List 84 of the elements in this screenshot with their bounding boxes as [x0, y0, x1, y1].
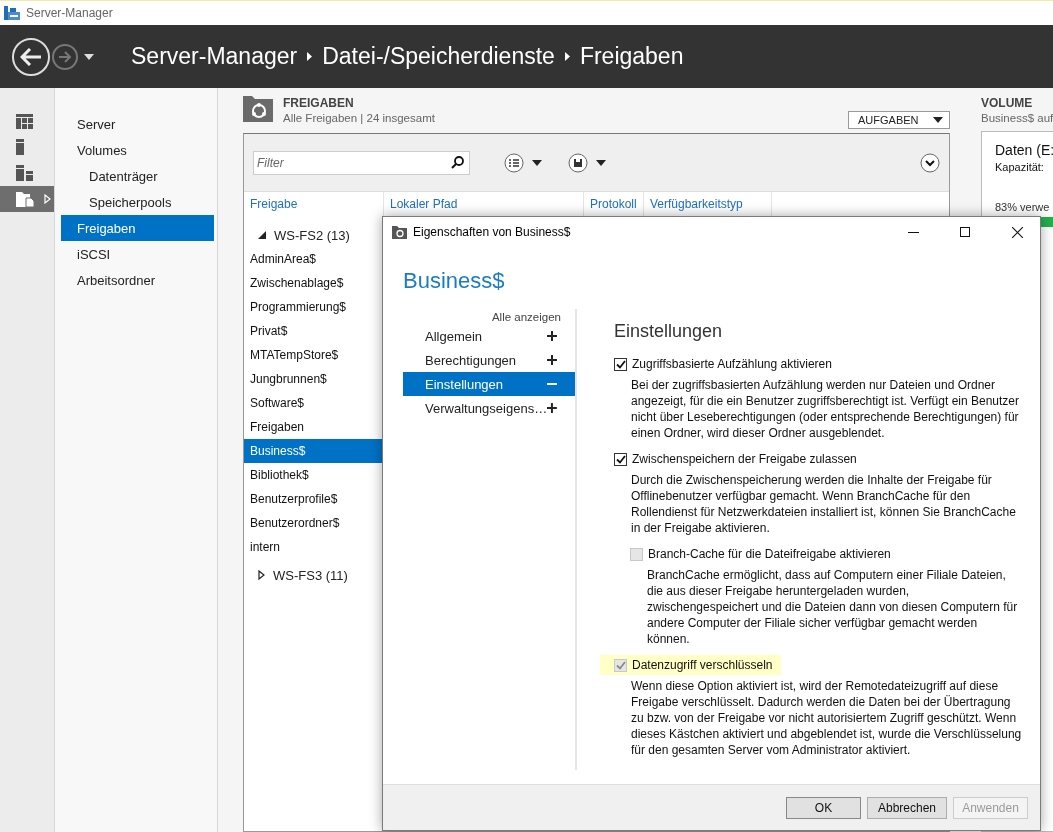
view-options-button[interactable]	[504, 152, 542, 173]
share-row[interactable]: AdminArea$	[244, 247, 383, 271]
app-icon	[4, 6, 20, 20]
volume-name: Daten (E:	[995, 142, 1053, 158]
breadcrumb-item[interactable]: Server-Manager	[131, 43, 298, 70]
dialog-button[interactable]: OK	[786, 796, 861, 819]
window-title: Server-Manager	[26, 6, 113, 20]
tasks-button[interactable]: AUFGABEN	[848, 111, 950, 129]
caret-icon	[933, 117, 943, 123]
share-row[interactable]: Jungbrunnen$	[244, 367, 383, 391]
grid-icon	[16, 113, 33, 129]
section-subtitle: Business$ auf	[981, 112, 1053, 124]
nav-item[interactable]: Arbeitsordner	[61, 267, 214, 293]
share-row[interactable]: Privat$	[244, 319, 383, 343]
section-subtitle: Alle Freigaben | 24 insgesamt	[283, 112, 436, 124]
expand-arrow-icon	[44, 194, 51, 204]
collapsed-arrow-icon	[258, 570, 265, 580]
section-tab[interactable]: Allgemein	[403, 324, 575, 348]
expand-icon[interactable]	[920, 152, 940, 173]
option-description: Bei der zugriffsbasierten Aufzählung werden nur Dateien und Ordner angezeigt, für die ein Benutzer zugriffsberechtigt ist. Verfügt ein Benutzer nicht über Leseberechtigungen (oder entsprechende Berechtigungen) für einen Ordner, wird dieser Ordner ausgeblendet.	[630, 377, 1020, 441]
section-tab[interactable]: Verwaltungseigens…	[403, 396, 575, 420]
minimize-icon	[907, 231, 919, 233]
share-row[interactable]: Freigaben	[244, 415, 383, 439]
share-row[interactable]: Benutzerordner$	[244, 511, 383, 535]
option-description: BranchCache ermöglicht, dass auf Computern einer Filiale Dateien, die aus dieser Freigabe heruntergeladen wurden, zwischengespeichert und die Dateien dann von diesen Computern für andere Computer der Filiale sicher verfügbar gemacht werden können.	[646, 567, 1019, 647]
breadcrumb-item[interactable]: Freigaben	[579, 43, 684, 70]
server-icon	[16, 139, 24, 155]
dialog-title: Eigenschaften von Business$	[413, 225, 572, 239]
back-button[interactable]	[12, 37, 50, 76]
nav-item[interactable]: Volumes	[61, 137, 214, 163]
caret-icon	[596, 159, 606, 166]
expanded-arrow-icon	[258, 231, 266, 239]
search-icon	[451, 155, 464, 169]
share-row[interactable]: MTATempStore$	[244, 343, 383, 367]
plus-icon	[547, 331, 557, 341]
rail-item[interactable]	[0, 186, 54, 212]
nav-item[interactable]: Server	[61, 111, 214, 137]
share-row[interactable]: Software$	[244, 391, 383, 415]
back-arrow-icon	[20, 47, 42, 66]
caret-icon	[532, 159, 542, 166]
dialog-heading: Business$	[403, 267, 506, 295]
option-description: Durch die Zwischenspeicherung werden die Inhalte der Freigabe für Offlinebenutzer verfügbar gemacht. Wenn BranchCache für den Rollendienst für Netzwerkdateien installiert ist, können Sie BranchCache in der Freigabe aktivieren.	[630, 472, 1017, 536]
close-icon	[1011, 226, 1023, 238]
servers-icon	[16, 165, 33, 181]
plus-icon	[547, 355, 557, 365]
share-folder-icon	[392, 225, 407, 239]
nav-item[interactable]: iSCSI	[61, 241, 214, 267]
usage-text: 83% verwe	[995, 201, 1051, 213]
option-description: Wenn diese Option aktiviert ist, wird der Remotedateizugriff auf diese Freigabe verschlüsselt. Dadurch werden die Daten bei der Übertragung zu bzw. von der Freigabe vor nicht autorisiertem Zugriff geschützt. Wenn dieses Kästchen aktiviert und abgeblendet ist, wurde die Verschlüsselung für den gesamten Server vom Administrator aktiviert.	[630, 678, 1022, 758]
list-icon	[504, 152, 524, 173]
checkbox[interactable]	[614, 452, 627, 466]
plus-icon	[547, 403, 557, 413]
nav-item[interactable]: Freigaben	[61, 215, 214, 241]
capacity-label: Kapazität:	[995, 161, 1045, 173]
save-query-button[interactable]	[568, 152, 606, 173]
server-group-row[interactable]: WS-FS3 (11)	[244, 563, 383, 587]
forward-arrow-icon	[58, 50, 72, 63]
breadcrumb-separator-icon	[564, 52, 570, 61]
breadcrumb-separator-icon	[307, 52, 313, 61]
share-row[interactable]: Zwischenablage$	[244, 271, 383, 295]
section-title: VOLUME	[981, 96, 1034, 110]
dialog-button[interactable]: Abbrechen	[867, 796, 947, 819]
share-row[interactable]: Programmierung$	[244, 295, 383, 319]
share-row[interactable]: Business$	[244, 439, 383, 463]
save-icon	[568, 152, 588, 173]
content-title: Einstellungen	[614, 320, 724, 343]
share-row[interactable]: intern	[244, 535, 383, 559]
share-row[interactable]: Bibliothek$	[244, 463, 383, 487]
share-folder-icon	[243, 96, 273, 122]
checkbox-row[interactable]: Zugriffsbasierte Aufzählung aktivieren	[600, 354, 840, 374]
section-title: FREIGABEN	[283, 96, 355, 110]
section-tab[interactable]: Einstellungen	[403, 372, 575, 396]
show-all-link[interactable]: Alle anzeigen	[491, 309, 561, 324]
checkbox-row[interactable]: Zwischenspeichern der Freigabe zulassen	[600, 449, 865, 469]
nav-item[interactable]: Datenträger	[61, 163, 214, 189]
folder-icon	[16, 191, 34, 207]
share-row[interactable]: Benutzerprofile$	[244, 487, 383, 511]
section-tab[interactable]: Berechtigungen	[403, 348, 575, 372]
checkbox[interactable]	[614, 357, 627, 371]
filter-field[interactable]: Filter	[253, 150, 470, 175]
caret-icon	[84, 53, 94, 60]
maximize-icon	[960, 227, 970, 237]
breadcrumb-item[interactable]: Datei-/Speicherdienste	[322, 43, 555, 70]
nav-item[interactable]: Speicherpools	[61, 189, 214, 215]
